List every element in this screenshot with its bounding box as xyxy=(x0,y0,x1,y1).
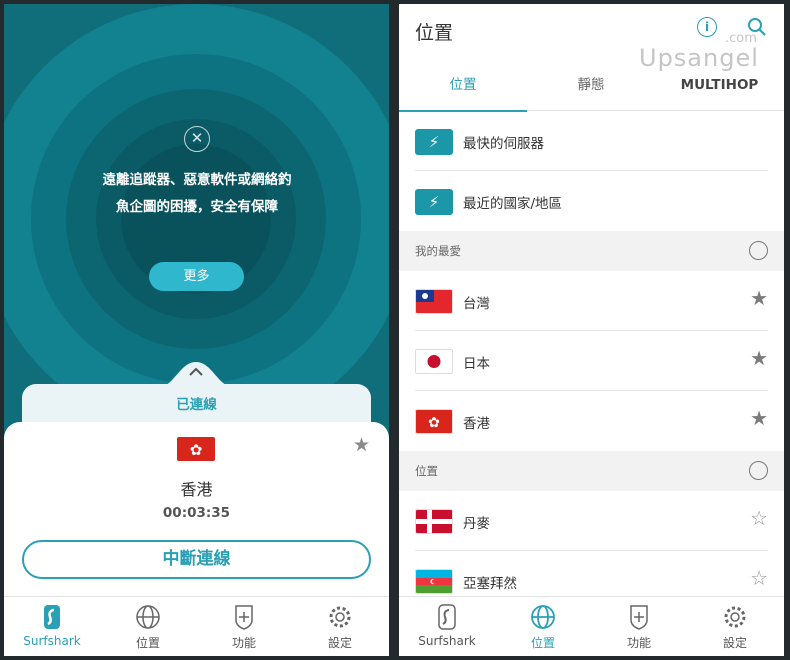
list-item[interactable]: 丹麥 ☆ xyxy=(399,491,784,551)
locations-section-header[interactable]: 位置 xyxy=(399,451,784,491)
more-button[interactable]: 更多 xyxy=(149,262,244,291)
tab-multihop[interactable]: MULTIHOP xyxy=(655,66,784,110)
shield-plus-icon xyxy=(630,605,648,630)
connection-timer: 00:03:35 xyxy=(162,505,231,521)
tab-static[interactable]: 靜態 xyxy=(527,66,655,110)
star-filled-icon[interactable]: ★ xyxy=(750,286,768,310)
tab-locations[interactable]: 位置 xyxy=(399,66,527,112)
favorite-star-icon[interactable]: ★ xyxy=(353,434,370,456)
hong-kong-flag-icon: ✿ xyxy=(177,437,215,461)
nav-settings[interactable]: 設定 xyxy=(292,597,388,656)
azerbaijan-flag-icon xyxy=(415,569,453,594)
list-item[interactable]: ✿ 香港 ★ xyxy=(399,391,784,451)
nav-locations[interactable]: 位置 xyxy=(100,597,196,656)
collapse-icon[interactable] xyxy=(749,461,768,480)
globe-icon xyxy=(531,605,555,629)
location-tabs: 位置 靜態 MULTIHOP xyxy=(399,66,784,112)
nav-settings[interactable]: 設定 xyxy=(687,597,783,656)
collapse-icon[interactable] xyxy=(749,241,768,260)
shield-plus-icon xyxy=(235,605,253,630)
dismiss-icon[interactable]: ✕ xyxy=(184,126,210,152)
connected-screen: ✕ 遠離追蹤器、惡意軟件或網絡釣魚企圖的困擾，安全有保障 更多 已連線 ✿ ★ … xyxy=(4,4,389,656)
star-outline-icon[interactable]: ☆ xyxy=(750,566,768,590)
favorites-section-header[interactable]: 我的最愛 xyxy=(399,231,784,271)
star-outline-icon[interactable]: ☆ xyxy=(750,506,768,530)
nav-surfshark[interactable]: Surfshark xyxy=(399,597,495,656)
lightning-icon: ⚡ xyxy=(415,189,453,215)
nearest-country-row[interactable]: ⚡ 最近的國家/地區 xyxy=(399,171,784,231)
list-item[interactable]: 日本 ★ xyxy=(399,331,784,391)
star-filled-icon[interactable]: ★ xyxy=(750,346,768,370)
svg-text:✿: ✿ xyxy=(190,441,203,459)
connected-country: 香港 xyxy=(180,480,213,499)
connection-status: 已連線 xyxy=(176,397,217,413)
disconnect-button[interactable]: 中斷連線 xyxy=(22,540,371,579)
hong-kong-flag-icon: ✿ xyxy=(415,409,453,434)
fastest-server-row[interactable]: ⚡ 最快的伺服器 xyxy=(399,111,784,171)
gear-icon xyxy=(724,606,746,628)
denmark-flag-icon xyxy=(415,509,453,534)
gear-icon xyxy=(329,606,351,628)
nav-locations[interactable]: 位置 xyxy=(495,597,591,656)
nav-features[interactable]: 功能 xyxy=(196,597,292,656)
surfshark-logo-icon xyxy=(44,605,60,629)
nav-surfshark[interactable]: Surfshark xyxy=(4,597,100,656)
japan-flag-icon xyxy=(415,349,453,374)
nav-features[interactable]: 功能 xyxy=(591,597,687,656)
list-item[interactable]: 台灣 ★ xyxy=(399,271,784,331)
globe-icon xyxy=(136,605,160,629)
taiwan-flag-icon xyxy=(415,289,453,314)
protection-message: 遠離追蹤器、惡意軟件或網絡釣魚企圖的困擾，安全有保障 xyxy=(102,172,292,215)
surfshark-logo-icon xyxy=(438,604,456,630)
locations-screen: 位置 i .com Upsangel 位置 靜態 MULTIHOP ⚡ 最快的伺… xyxy=(399,4,784,656)
page-title: 位置 xyxy=(415,22,454,44)
lightning-icon: ⚡ xyxy=(415,129,453,155)
bottom-navigation: Surfshark 位置 功能 設定 xyxy=(399,596,784,656)
bottom-navigation: Surfshark 位置 功能 設定 xyxy=(4,596,389,656)
star-filled-icon[interactable]: ★ xyxy=(750,406,768,430)
svg-text:✿: ✿ xyxy=(428,415,440,431)
